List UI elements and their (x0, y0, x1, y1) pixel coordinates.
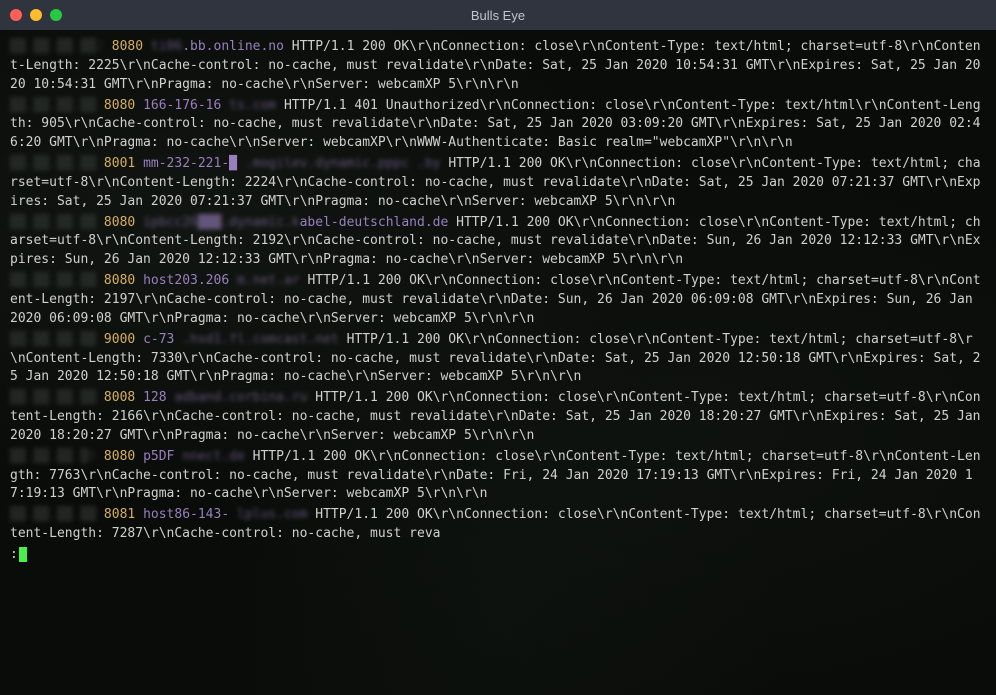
port-number: 8080 (104, 98, 135, 113)
ip-address: ██.██.██.██ (10, 332, 104, 347)
close-icon[interactable] (10, 9, 22, 21)
ip-address: ██.██.██.██ (10, 215, 104, 230)
cursor-icon (19, 547, 27, 562)
hostname: host86-143- lplus.com (143, 507, 315, 522)
log-entry: ██.██.██.██ 8081 host86-143- lplus.com H… (10, 506, 986, 544)
ip-address: ██.██.██.██ (10, 507, 104, 522)
port-number: 8080 (104, 215, 135, 230)
hostname: ti06.bb.online.no (151, 39, 292, 54)
port-number: 8080 (112, 39, 143, 54)
port-number: 9000 (104, 332, 135, 347)
hostname: p5DF nnect.de (143, 449, 253, 464)
prompt-line: : (10, 546, 986, 565)
hostname: 166-176-16 ts.com (143, 98, 284, 113)
window-title: Bulls Eye (0, 8, 996, 23)
hostname: mm-232-221-█ .mogilev.dynamic.pppc .by (143, 156, 448, 171)
log-entry: ██.██.██.██ 8080 host203.206 m.net.ar HT… (10, 272, 986, 329)
minimize-icon[interactable] (30, 9, 42, 21)
prompt-char: : (10, 547, 18, 562)
log-entry: ██.██.██.██ 8080 ipbcc26███.dynamic.kabe… (10, 214, 986, 271)
ip-address: ██.██.██.██ (10, 156, 104, 171)
ip-address: ██.██.██.██2 (10, 39, 104, 54)
log-entry: ██.██.██.█0 8080 p5DF nnect.de HTTP/1.1 … (10, 448, 986, 505)
ip-address: ██.██.██.██ (10, 390, 104, 405)
port-number: 8001 (104, 156, 135, 171)
port-number: 8081 (104, 507, 135, 522)
port-number: 8080 (104, 273, 135, 288)
log-entry: ██.██.██.██ 8008 128 adband.corbina.ru H… (10, 389, 986, 446)
hostname: 128 adband.corbina.ru (143, 390, 315, 405)
maximize-icon[interactable] (50, 9, 62, 21)
port-number: 8008 (104, 390, 135, 405)
port-number: 8080 (104, 449, 135, 464)
window-titlebar: Bulls Eye (0, 0, 996, 30)
log-entry: ██.██.██.██ 8080 166-176-16 ts.com HTTP/… (10, 97, 986, 154)
hostname: ipbcc26███.dynamic.kabel-deutschland.de (143, 215, 456, 230)
hostname: c-73 .hsd1.fl.comcast.net (143, 332, 347, 347)
ip-address: ██.██.██.█0 (10, 449, 104, 464)
traffic-lights (10, 9, 62, 21)
hostname: host203.206 m.net.ar (143, 273, 307, 288)
log-entry: ██.██.██.██ 9000 c-73 .hsd1.fl.comcast.n… (10, 331, 986, 388)
terminal-output[interactable]: ██.██.██.██2 8080 ti06.bb.online.no HTTP… (0, 30, 996, 695)
log-entry: ██.██.██.██ 8001 mm-232-221-█ .mogilev.d… (10, 155, 986, 212)
log-entry: ██.██.██.██2 8080 ti06.bb.online.no HTTP… (10, 38, 986, 95)
ip-address: ██.██.██.██ (10, 273, 104, 288)
ip-address: ██.██.██.██ (10, 98, 104, 113)
